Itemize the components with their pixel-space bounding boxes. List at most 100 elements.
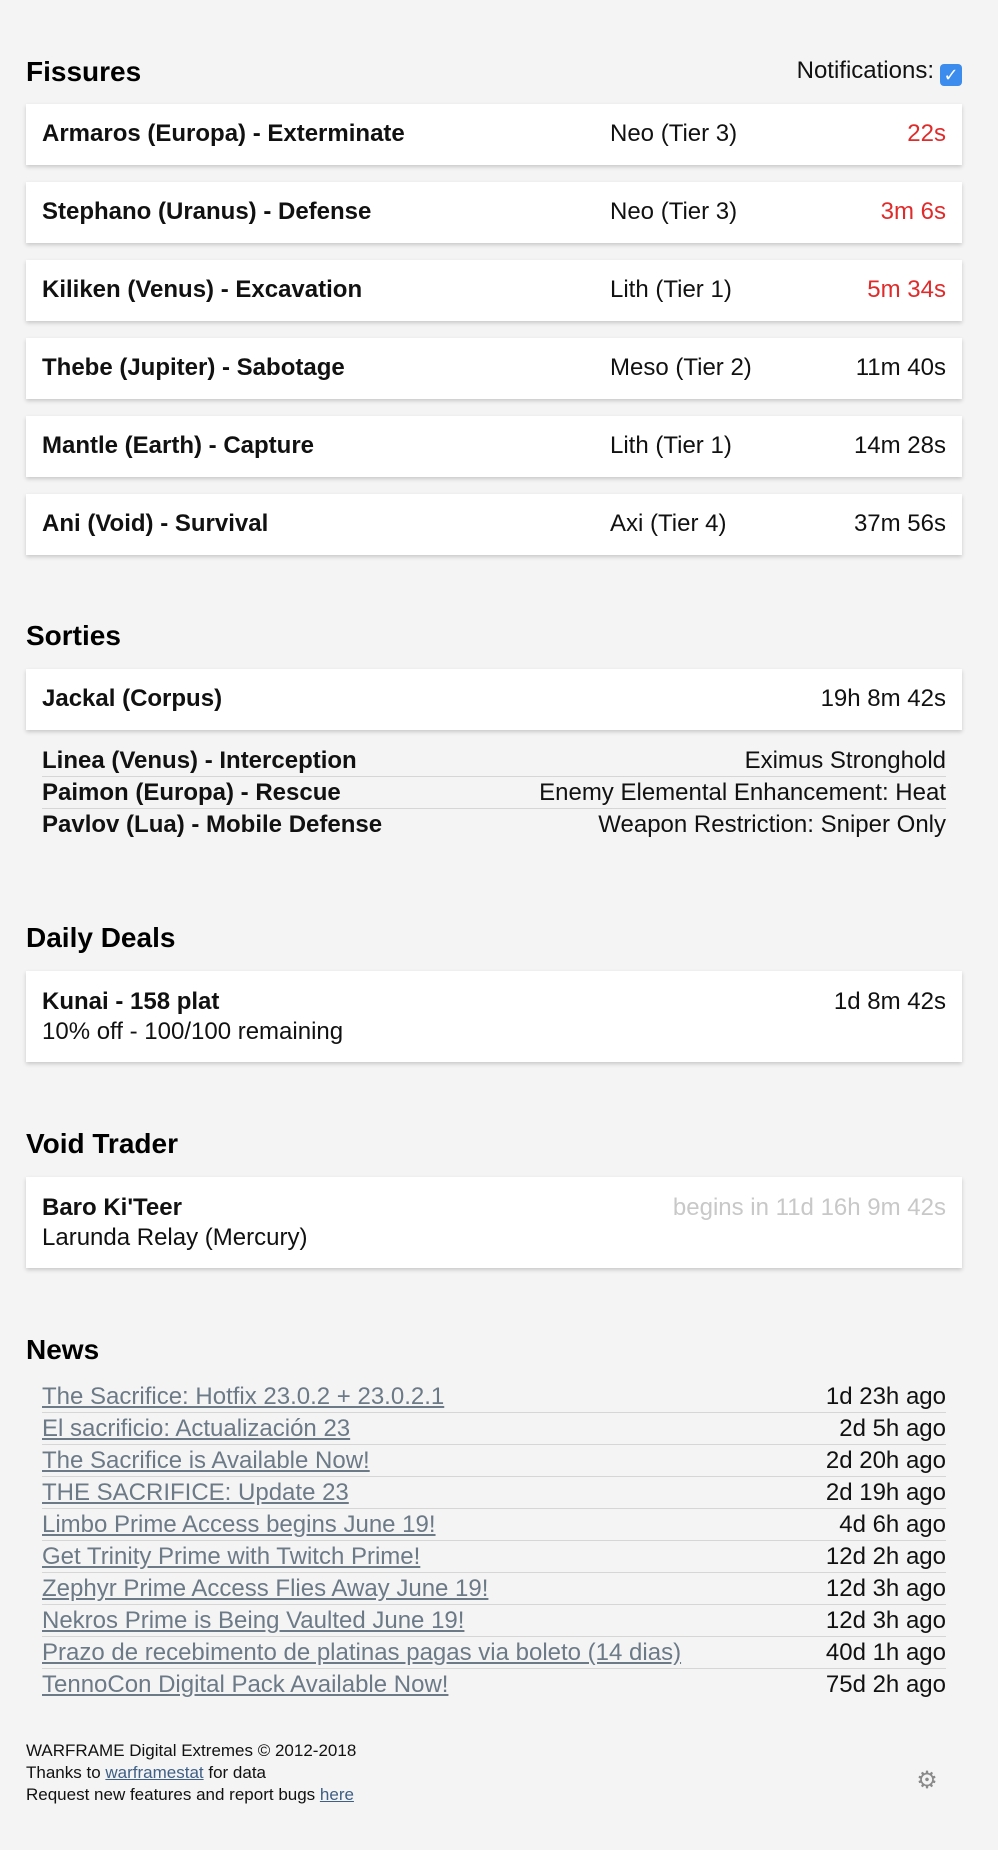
fissure-tier: Lith (Tier 1) (610, 432, 732, 459)
news-item: Prazo de recebimento de platinas pagas v… (42, 1638, 946, 1669)
news-link[interactable]: Limbo Prime Access begins June 19! (42, 1511, 436, 1538)
news-link[interactable]: The Sacrifice: Hotfix 23.0.2 + 23.0.2.1 (42, 1383, 444, 1410)
gear-icon[interactable]: ⚙ (916, 1769, 938, 1793)
fissure-tier: Axi (Tier 4) (610, 510, 727, 537)
fissure-timer: 22s (907, 120, 946, 147)
fissures-title: Fissures (26, 56, 142, 87)
fissure-row: Stephano (Uranus) - Defense Neo (Tier 3) 3… (42, 197, 946, 227)
sorties-title: Sorties (26, 620, 121, 651)
news-age: 4d 6h ago (839, 1511, 946, 1538)
warframestat-link[interactable]: warframestat (105, 1763, 203, 1782)
news-age: 1d 23h ago (825, 1383, 946, 1410)
footer-feedback: Request new features and report bugs her… (26, 1784, 356, 1806)
fissure-tier: Meso (Tier 2) (610, 354, 752, 381)
news-title: News (26, 1334, 100, 1365)
footer: WARFRAME Digital Extremes © 2012-2018 Th… (26, 1740, 356, 1806)
fissure-tier: Lith (Tier 1) (610, 276, 732, 303)
daily-deal-card: Kunai - 158 plat 10% off - 100/100 remai… (26, 971, 962, 1062)
fissure-card: Mantle (Earth) - Capture Lith (Tier 1) 14m… (26, 416, 962, 477)
warframe-tracker-panel: Fissures Notifications: ✓ Armaros (Europa… (0, 0, 998, 1850)
fissure-row: Armaros (Europa) - Exterminate Neo (Tier … (42, 119, 946, 149)
sortie-boss: Jackal (Corpus) (42, 685, 223, 712)
fissure-timer: 11m 40s (855, 354, 946, 381)
sortie-mission-condition: Enemy Elemental Enhancement: Heat (539, 779, 946, 806)
fissure-timer: 5m 34s (867, 276, 946, 303)
news-age: 2d 19h ago (825, 1479, 946, 1506)
sortie-mission-node: Linea (Venus) - Interception (42, 747, 357, 774)
daily-deal-timer: 1d 8m 42s (833, 988, 946, 1015)
daily-deal-item: Kunai - 158 plat (42, 988, 220, 1015)
news-age: 2d 5h ago (839, 1415, 946, 1442)
fissure-node: Mantle (Earth) - Capture (42, 432, 315, 459)
fissure-row: Kiliken (Venus) - Excavation Lith (Tier 1… (42, 275, 946, 305)
void-trader-card: Baro Ki'Teer Larunda Relay (Mercury) beg… (26, 1177, 962, 1268)
news-link[interactable]: TennoCon Digital Pack Available Now! (42, 1671, 448, 1698)
daily-deals-title: Daily Deals (26, 922, 176, 953)
footer-credits: Thanks to warframestat for data (26, 1762, 356, 1784)
news-age: 75d 2h ago (825, 1671, 946, 1698)
news-age: 40d 1h ago (825, 1639, 946, 1666)
news-link[interactable]: The Sacrifice is Available Now! (42, 1447, 370, 1474)
sortie-mission-row: Paimon (Europa) - Rescue Enemy Elemental … (42, 778, 946, 809)
void-trader-location: Larunda Relay (Mercury) (42, 1224, 308, 1251)
fissure-tier: Neo (Tier 3) (610, 120, 738, 147)
news-item: El sacrificio: Actualización 23 2d 5h ago (42, 1414, 946, 1445)
fissure-row: Ani (Void) - Survival Axi (Tier 4) 37m 56s (42, 509, 946, 539)
news-link[interactable]: El sacrificio: Actualización 23 (42, 1415, 350, 1442)
news-item: THE SACRIFICE: Update 23 2d 19h ago (42, 1478, 946, 1509)
fissure-timer: 37m 56s (853, 510, 946, 537)
fissure-node: Stephano (Uranus) - Defense (42, 198, 372, 225)
news-age: 2d 20h ago (825, 1447, 946, 1474)
fissure-card: Stephano (Uranus) - Defense Neo (Tier 3) 3… (26, 182, 962, 243)
news-link[interactable]: Nekros Prime is Being Vaulted June 19! (42, 1607, 464, 1634)
fissure-node: Ani (Void) - Survival (42, 510, 269, 537)
void-trader-title: Void Trader (26, 1128, 178, 1159)
fissure-timer: 14m 28s (853, 432, 946, 459)
sortie-missions: Linea (Venus) - Interception Eximus Stron… (26, 746, 962, 842)
footer-request-prefix: Request new features and report bugs (26, 1785, 320, 1804)
news-item: The Sacrifice: Hotfix 23.0.2 + 23.0.2.1 1… (42, 1382, 946, 1413)
footer-thanks-suffix: for data (203, 1763, 266, 1782)
fissure-timer: 3m 6s (880, 198, 946, 225)
notifications-toggle[interactable]: Notifications: ✓ (797, 56, 962, 86)
sortie-mission-row: Pavlov (Lua) - Mobile Defense Weapon Rest… (42, 810, 946, 840)
notifications-checkbox[interactable]: ✓ (940, 64, 962, 86)
void-trader-timer: begins in 11d 16h 9m 42s (672, 1194, 946, 1221)
fissure-node: Kiliken (Venus) - Excavation (42, 276, 363, 303)
report-bugs-link[interactable]: here (320, 1785, 354, 1804)
fissure-node: Thebe (Jupiter) - Sabotage (42, 354, 345, 381)
fissure-card: Thebe (Jupiter) - Sabotage Meso (Tier 2) 1… (26, 338, 962, 399)
news-age: 12d 3h ago (825, 1607, 946, 1634)
daily-deal-detail: 10% off - 100/100 remaining (42, 1018, 344, 1045)
news-item: Get Trinity Prime with Twitch Prime! 12d … (42, 1542, 946, 1573)
news-age: 12d 3h ago (825, 1575, 946, 1602)
news-link[interactable]: THE SACRIFICE: Update 23 (42, 1479, 349, 1506)
footer-thanks-prefix: Thanks to (26, 1763, 106, 1782)
fissure-node: Armaros (Europa) - Exterminate (42, 120, 405, 147)
news-link[interactable]: Get Trinity Prime with Twitch Prime! (42, 1543, 420, 1570)
fissure-row: Mantle (Earth) - Capture Lith (Tier 1) 14m… (42, 431, 946, 461)
news-item: Zephyr Prime Access Flies Away June 19! 1… (42, 1574, 946, 1605)
sortie-mission-node: Pavlov (Lua) - Mobile Defense (42, 811, 383, 838)
fissure-tier: Neo (Tier 3) (610, 198, 738, 225)
sortie-mission-row: Linea (Venus) - Interception Eximus Stron… (42, 746, 946, 777)
sortie-timer: 19h 8m 42s (820, 685, 946, 712)
news-link[interactable]: Prazo de recebimento de platinas pagas v… (42, 1639, 681, 1666)
news-item: The Sacrifice is Available Now! 2d 20h ag… (42, 1446, 946, 1477)
footer-copyright: WARFRAME Digital Extremes © 2012-2018 (26, 1741, 357, 1760)
news-item: TennoCon Digital Pack Available Now! 75d … (42, 1670, 946, 1700)
sortie-mission-node: Paimon (Europa) - Rescue (42, 779, 341, 806)
news-link[interactable]: Zephyr Prime Access Flies Away June 19! (42, 1575, 488, 1602)
sortie-boss-card: Jackal (Corpus) 19h 8m 42s (26, 669, 962, 730)
news-item: Nekros Prime is Being Vaulted June 19! 12… (42, 1606, 946, 1637)
news-list: The Sacrifice: Hotfix 23.0.2 + 23.0.2.1 1… (26, 1382, 962, 1702)
check-icon: ✓ (943, 65, 959, 85)
news-age: 12d 2h ago (825, 1543, 946, 1570)
news-item: Limbo Prime Access begins June 19! 4d 6h … (42, 1510, 946, 1541)
notifications-label: Notifications: (796, 57, 934, 84)
fissure-card: Armaros (Europa) - Exterminate Neo (Tier … (26, 104, 962, 165)
fissure-card: Ani (Void) - Survival Axi (Tier 4) 37m 56s (26, 494, 962, 555)
fissure-row: Thebe (Jupiter) - Sabotage Meso (Tier 2) 1… (42, 353, 946, 383)
sortie-mission-condition: Weapon Restriction: Sniper Only (598, 811, 946, 838)
sortie-mission-condition: Eximus Stronghold (744, 747, 946, 774)
